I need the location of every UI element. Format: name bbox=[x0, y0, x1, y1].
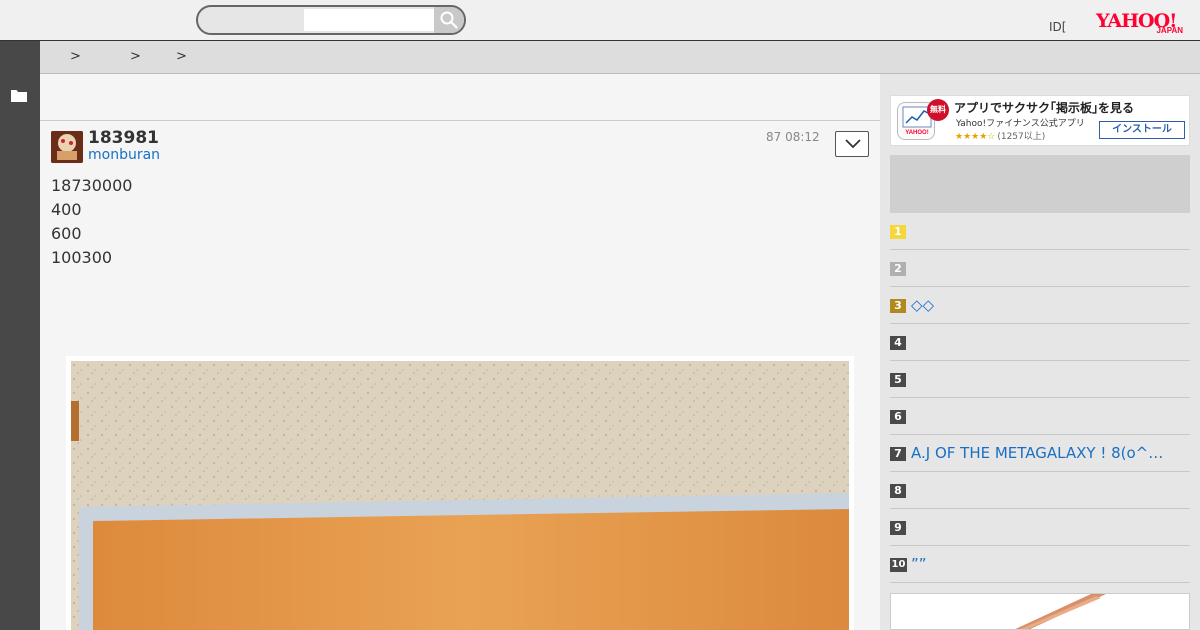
app-promo-banner[interactable]: YAHOO! 無料 アプリでサクサク｢掲示板｣を見る Yahoo!ファイナンス公… bbox=[890, 95, 1190, 146]
ranking-item-3[interactable]: 3 ◇◇ bbox=[890, 287, 1190, 324]
rank-badge: 6 bbox=[890, 410, 906, 424]
ranking-item-1[interactable]: 1 bbox=[890, 213, 1190, 250]
rank-badge: 9 bbox=[890, 521, 906, 535]
rank-badge: 10 bbox=[890, 558, 907, 572]
rank-badge: 5 bbox=[890, 373, 906, 387]
breadcrumb-separator: > bbox=[176, 49, 187, 64]
right-sidebar: YAHOO! 無料 アプリでサクサク｢掲示板｣を見る Yahoo!ファイナンス公… bbox=[880, 74, 1200, 630]
breadcrumb-separator: > bbox=[70, 49, 81, 64]
chevron-down-icon bbox=[845, 139, 861, 149]
ranking-item-6[interactable]: 6 bbox=[890, 398, 1190, 435]
post-body-line: 18730000 bbox=[51, 176, 133, 195]
free-badge: 無料 bbox=[927, 99, 949, 121]
login-id-link[interactable]: ID[ bbox=[1049, 20, 1066, 34]
rating-count: (1257以上) bbox=[997, 132, 1046, 142]
breadcrumb: > > > bbox=[40, 41, 1200, 74]
app-banner-title: アプリでサクサク｢掲示板｣を見る bbox=[954, 101, 1135, 115]
yahoo-japan-logo[interactable]: YAHOO! JAPAN bbox=[1094, 10, 1188, 38]
svg-text:YAHOO!: YAHOO! bbox=[905, 130, 928, 136]
folder-icon[interactable] bbox=[11, 89, 27, 102]
divider bbox=[40, 120, 880, 121]
sidebar-placeholder-panel bbox=[890, 155, 1190, 213]
rank-item-title[interactable]: A.J OF THE METAGALAXY ! 8(o^… bbox=[911, 444, 1186, 462]
search-box bbox=[196, 5, 466, 35]
ranking-item-7[interactable]: 7 A.J OF THE METAGALAXY ! 8(o^… bbox=[890, 435, 1190, 472]
rank-badge: 7 bbox=[890, 447, 906, 461]
app-rating: ★★★★☆ (1257以上) bbox=[955, 129, 1045, 142]
search-icon bbox=[440, 11, 458, 29]
user-avatar[interactable] bbox=[51, 131, 83, 163]
rank-badge: 8 bbox=[890, 484, 906, 498]
rank-badge: 4 bbox=[890, 336, 906, 350]
search-button[interactable] bbox=[434, 7, 464, 33]
rank-item-title[interactable]: ”” bbox=[911, 555, 1186, 573]
ranking-item-4[interactable]: 4 bbox=[890, 324, 1190, 361]
post-menu-button[interactable] bbox=[835, 131, 869, 157]
breadcrumb-separator: > bbox=[130, 49, 141, 64]
left-rail bbox=[0, 41, 40, 630]
post-area: 183981 monburan 87 08:12 18730000 400 60… bbox=[40, 74, 880, 630]
post-body-line: 600 bbox=[51, 224, 82, 243]
rank-badge: 3 bbox=[890, 299, 906, 313]
search-input[interactable] bbox=[304, 9, 434, 31]
post-number[interactable]: 183981 bbox=[88, 128, 159, 148]
install-button[interactable]: インストール bbox=[1099, 121, 1185, 139]
ranking-item-2[interactable]: 2 bbox=[890, 250, 1190, 287]
username-link[interactable]: monburan bbox=[88, 147, 160, 163]
post-timestamp: 87 08:12 bbox=[766, 130, 820, 144]
rank-badge: 2 bbox=[890, 262, 906, 276]
logo-sub: JAPAN bbox=[1156, 26, 1183, 35]
post-body-line: 400 bbox=[51, 200, 82, 219]
app-banner-subtitle: Yahoo!ファイナンス公式アプリ bbox=[956, 119, 1085, 129]
rank-badge: 1 bbox=[890, 225, 906, 239]
star-rating-icon: ★★★★☆ bbox=[955, 132, 996, 142]
sidebar-ad-image[interactable] bbox=[890, 593, 1190, 630]
ranking-item-9[interactable]: 9 bbox=[890, 509, 1190, 546]
ranking-item-5[interactable]: 5 bbox=[890, 361, 1190, 398]
post-body-line: 100300 bbox=[51, 248, 113, 267]
ranking-item-10[interactable]: 10 ”” bbox=[890, 546, 1190, 583]
global-header: ID[ YAHOO! JAPAN bbox=[0, 0, 1200, 41]
attached-photo[interactable] bbox=[71, 361, 849, 630]
ranking-item-8[interactable]: 8 bbox=[890, 472, 1190, 509]
rank-item-title[interactable]: ◇◇ bbox=[911, 296, 1186, 314]
